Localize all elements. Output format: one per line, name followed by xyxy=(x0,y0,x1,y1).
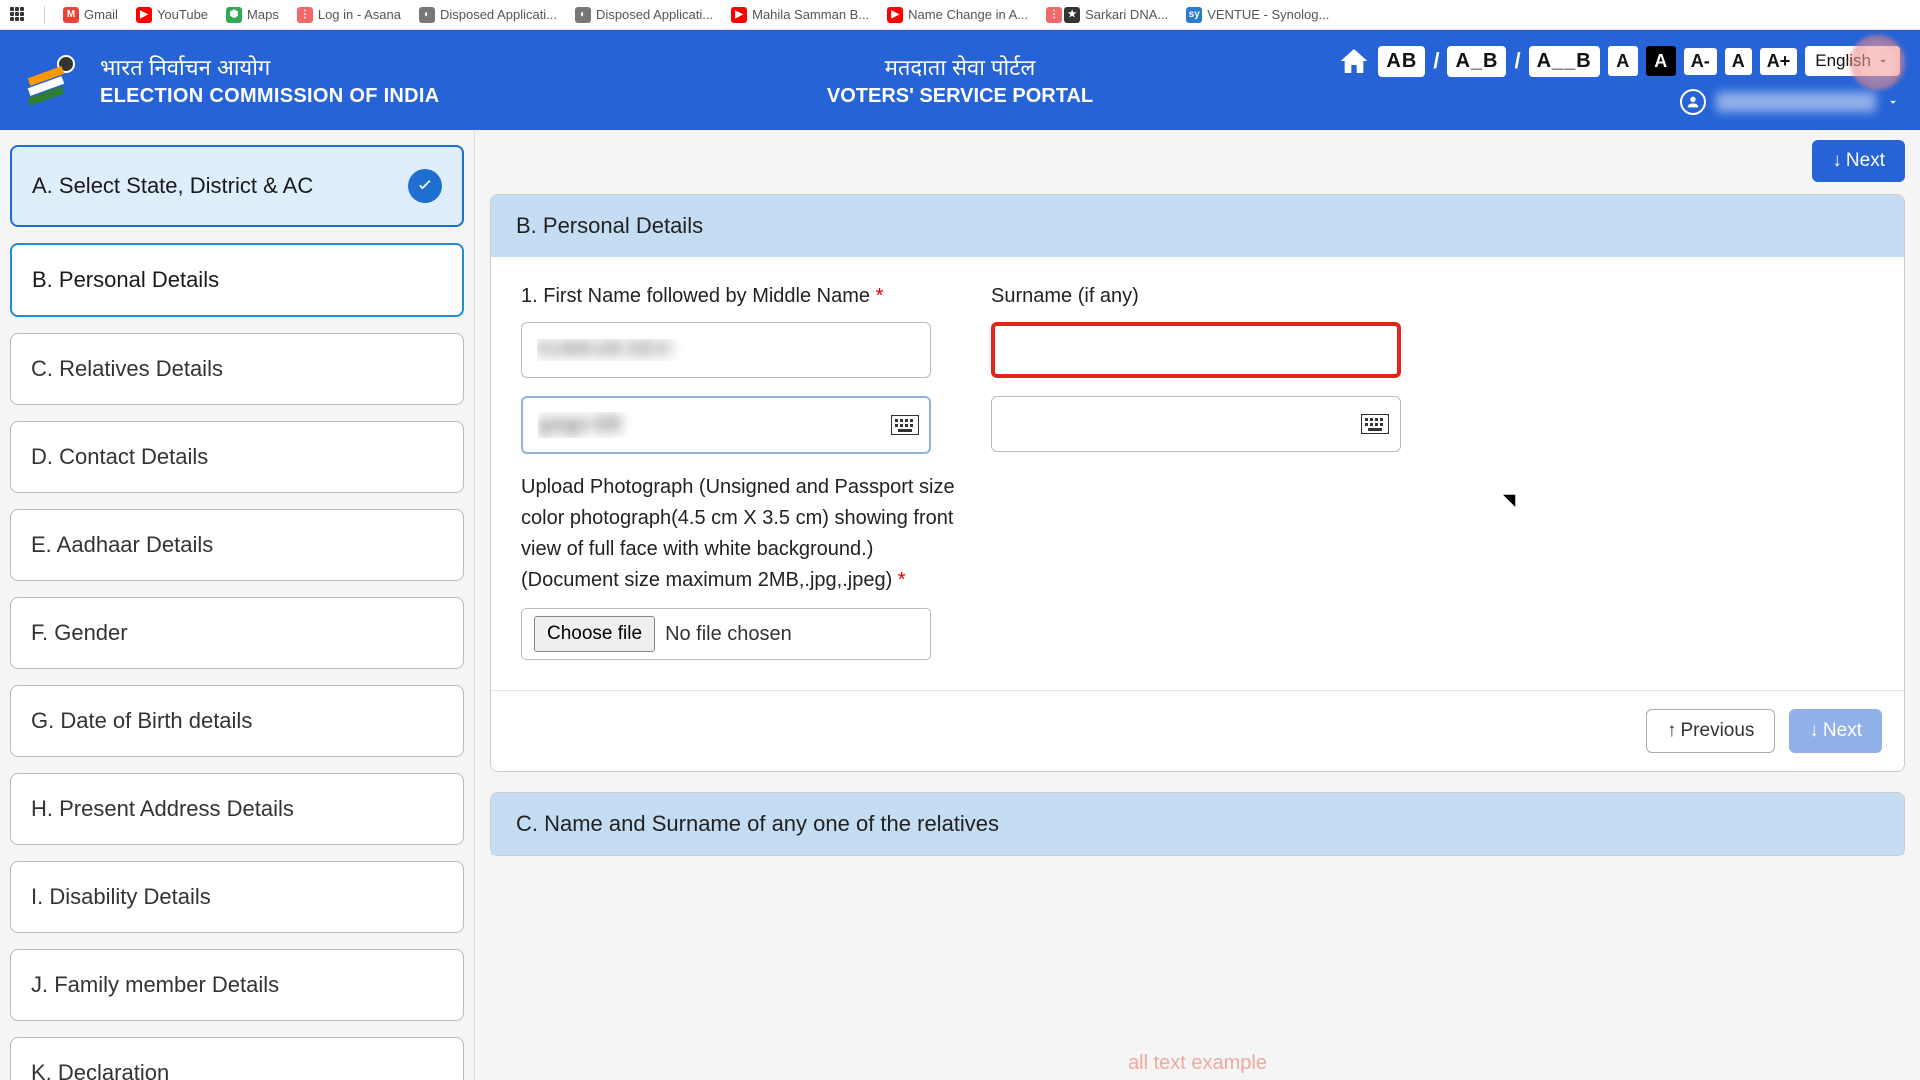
font-size-decrease[interactable]: A- xyxy=(1684,48,1717,75)
sidebar-item-label: B. Personal Details xyxy=(32,267,219,293)
sidebar-item-label: E. Aadhaar Details xyxy=(31,532,213,558)
sidebar-step-h[interactable]: H. Present Address Details xyxy=(10,773,464,845)
main-content: ↓ Next B. Personal Details 1. First Name… xyxy=(475,130,1920,1080)
button-label: Next xyxy=(1846,150,1885,172)
bookmark-bar: MGmail ▶YouTube ⬢Maps ⋮Log in - Asana ◐D… xyxy=(0,0,1920,30)
next-button-top[interactable]: ↓ Next xyxy=(1812,140,1905,182)
sidebar-item-label: D. Contact Details xyxy=(31,444,208,470)
sidebar-step-a[interactable]: A. Select State, District & AC xyxy=(10,145,464,227)
personal-details-card: B. Personal Details 1. First Name follow… xyxy=(490,194,1905,772)
bookmark-disposed1[interactable]: ◐Disposed Applicati... xyxy=(419,7,557,23)
sidebar-step-b[interactable]: B. Personal Details xyxy=(10,243,464,317)
portal-title-english: VOTERS' SERVICE PORTAL xyxy=(827,85,1093,108)
upload-label: Upload Photograph (Unsigned and Passport… xyxy=(521,472,991,596)
choose-file-button[interactable]: Choose file xyxy=(534,616,655,652)
user-menu[interactable] xyxy=(1680,89,1900,115)
apps-icon[interactable] xyxy=(10,7,26,23)
next-button-bottom[interactable]: ↓ Next xyxy=(1789,709,1882,753)
previous-button[interactable]: ↑ Previous xyxy=(1646,709,1775,753)
sidebar-item-label: J. Family member Details xyxy=(31,972,279,998)
bookmark-youtube[interactable]: ▶YouTube xyxy=(136,7,208,23)
sidebar-step-e[interactable]: E. Aadhaar Details xyxy=(10,509,464,581)
firstname-input[interactable] xyxy=(521,322,931,378)
separator: / xyxy=(1433,48,1439,74)
sidebar-item-label: A. Select State, District & AC xyxy=(32,173,313,199)
photo-file-input[interactable]: Choose file No file chosen xyxy=(521,608,931,660)
sidebar-item-label: I. Disability Details xyxy=(31,884,211,910)
keyboard-icon[interactable] xyxy=(1361,414,1389,434)
eci-logo xyxy=(20,50,80,110)
keyboard-icon[interactable] xyxy=(891,415,919,435)
sidebar-step-k[interactable]: K. Declaration xyxy=(10,1037,464,1080)
watermark-text: all text example xyxy=(1128,1052,1267,1075)
surname-label: Surname (if any) xyxy=(991,285,1401,308)
firstname-label: 1. First Name followed by Middle Name * xyxy=(521,285,931,308)
bookmark-sarkari[interactable]: ⋮★Sarkari DNA... xyxy=(1046,7,1168,23)
surname-input[interactable] xyxy=(991,322,1401,378)
check-icon xyxy=(408,169,442,203)
user-icon xyxy=(1680,89,1706,115)
section-title: C. Name and Surname of any one of the re… xyxy=(491,793,1904,855)
header-title-hindi: भारत निर्वाचन आयोग xyxy=(100,52,440,82)
font-size-increase[interactable]: A+ xyxy=(1760,48,1798,75)
bookmark-namechange[interactable]: ▶Name Change in A... xyxy=(887,7,1028,23)
button-label: Next xyxy=(1823,720,1862,742)
sidebar-item-label: F. Gender xyxy=(31,620,128,646)
file-status-text: No file chosen xyxy=(665,623,792,646)
home-icon[interactable] xyxy=(1338,45,1370,77)
sidebar-item-label: C. Relatives Details xyxy=(31,356,223,382)
relatives-card: C. Name and Surname of any one of the re… xyxy=(490,792,1905,856)
step-sidebar: A. Select State, District & AC B. Person… xyxy=(0,130,475,1080)
contrast-normal[interactable]: A xyxy=(1608,46,1638,76)
bookmark-maps[interactable]: ⬢Maps xyxy=(226,7,279,23)
bookmark-mahila[interactable]: ▶Mahila Samman B... xyxy=(731,7,869,23)
separator xyxy=(44,6,45,24)
watermark-blob xyxy=(1850,35,1905,90)
sidebar-step-f[interactable]: F. Gender xyxy=(10,597,464,669)
separator: / xyxy=(1514,48,1520,74)
site-header: भारत निर्वाचन आयोग ELECTION COMMISSION O… xyxy=(0,30,1920,130)
chevron-down-icon xyxy=(1886,95,1900,109)
sidebar-step-i[interactable]: I. Disability Details xyxy=(10,861,464,933)
user-name-redacted xyxy=(1716,92,1876,112)
bookmark-gmail[interactable]: MGmail xyxy=(63,7,118,23)
cursor-icon: ◥ xyxy=(1503,490,1515,510)
letter-spacing-medium[interactable]: A_B xyxy=(1447,46,1506,77)
sidebar-item-label: H. Present Address Details xyxy=(31,796,294,822)
sidebar-item-label: K. Declaration xyxy=(31,1060,169,1080)
letter-spacing-narrow[interactable]: AB xyxy=(1378,46,1425,77)
surname-native-input[interactable] xyxy=(991,396,1401,452)
letter-spacing-wide[interactable]: A__B xyxy=(1529,46,1600,77)
button-label: Previous xyxy=(1681,720,1755,742)
bookmark-ventue[interactable]: syVENTUE - Synolog... xyxy=(1186,7,1329,23)
firstname-native-input[interactable] xyxy=(521,396,931,454)
sidebar-step-j[interactable]: J. Family member Details xyxy=(10,949,464,1021)
sidebar-step-c[interactable]: C. Relatives Details xyxy=(10,333,464,405)
bookmark-disposed2[interactable]: ◐Disposed Applicati... xyxy=(575,7,713,23)
portal-title-hindi: मतदाता सेवा पोर्टल xyxy=(827,52,1093,82)
sidebar-item-label: G. Date of Birth details xyxy=(31,708,252,734)
contrast-invert[interactable]: A xyxy=(1646,46,1676,76)
section-title: B. Personal Details xyxy=(491,195,1904,257)
header-title-english: ELECTION COMMISSION OF INDIA xyxy=(100,85,440,108)
sidebar-step-g[interactable]: G. Date of Birth details xyxy=(10,685,464,757)
sidebar-step-d[interactable]: D. Contact Details xyxy=(10,421,464,493)
font-size-normal[interactable]: A xyxy=(1725,48,1752,75)
bookmark-asana[interactable]: ⋮Log in - Asana xyxy=(297,7,401,23)
